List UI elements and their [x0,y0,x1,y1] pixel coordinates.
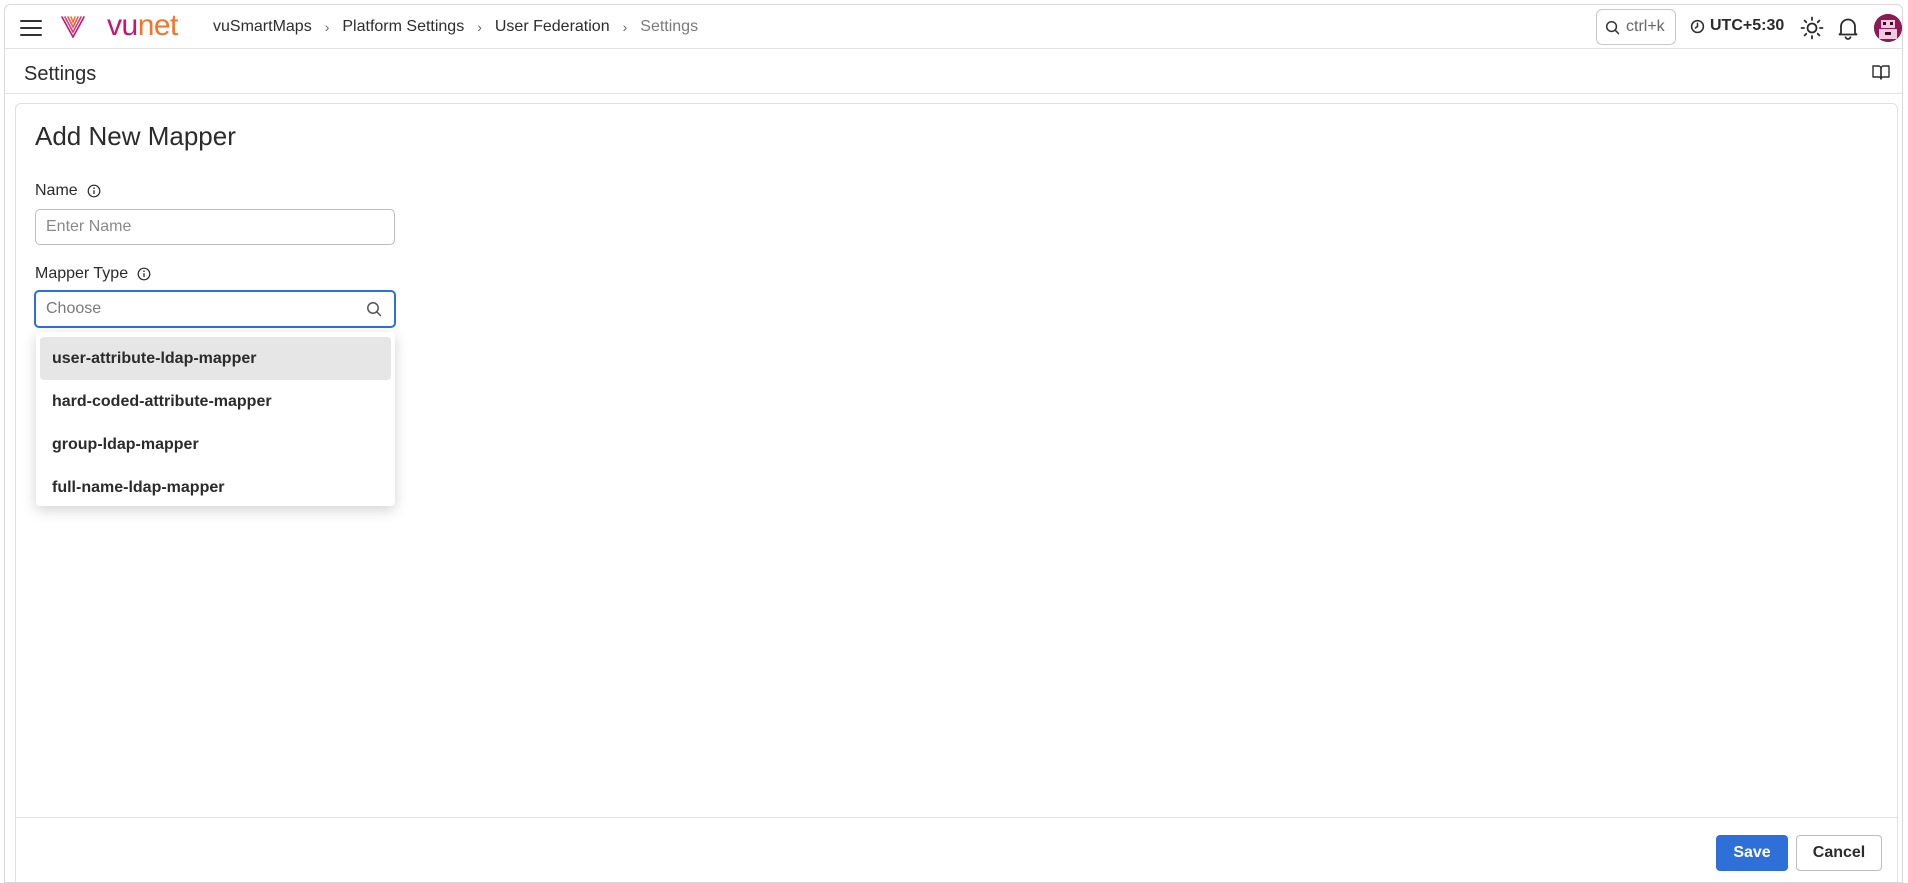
footer-divider [16,817,1897,818]
sun-icon[interactable] [1800,16,1824,40]
avatar-image-icon [1874,14,1902,42]
breadcrumb-item-current: Settings [640,18,699,35]
dropdown-option[interactable]: full-name-ldap-mapper [40,466,391,509]
save-button[interactable]: Save [1716,835,1788,871]
chevron-right-icon: › [622,19,628,35]
mapper-type-placeholder: Choose [46,300,102,317]
global-search-button[interactable]: ctrl+k [1596,9,1676,45]
page-title: Settings [24,63,97,85]
breadcrumb: vuSmartMaps › Platform Settings › User F… [213,18,698,36]
top-navbar: vunet vuSmartMaps › Platform Settings › … [5,5,1902,49]
mapper-type-select[interactable]: Choose [34,290,396,328]
vunet-logo-text[interactable]: vunet [107,9,178,43]
info-icon[interactable] [137,267,151,281]
add-mapper-card: Add New Mapper Name Mapper Type Choose [15,103,1898,882]
name-label-text: Name [35,182,78,199]
clock-icon [1690,19,1705,33]
cancel-button[interactable]: Cancel [1796,835,1882,871]
user-avatar[interactable] [1874,14,1902,42]
search-icon [367,302,382,317]
breadcrumb-item-user-federation[interactable]: User Federation [495,18,610,36]
timezone-label: UTC+5:30 [1710,17,1785,34]
name-input[interactable] [35,209,395,245]
hamburger-menu-icon[interactable] [18,17,44,37]
mapper-type-field-label: Mapper Type [35,265,151,283]
book-icon[interactable] [1872,64,1890,80]
app-window: vunet vuSmartMaps › Platform Settings › … [4,4,1903,883]
vunet-logo-mark-icon [61,16,85,39]
search-shortcut-label: ctrl+k [1626,18,1665,35]
search-icon [1605,20,1620,34]
name-field-label: Name [35,182,101,200]
mapper-type-label-text: Mapper Type [35,265,129,282]
timezone-selector[interactable]: UTC+5:30 [1690,17,1784,35]
chevron-right-icon: › [477,19,482,35]
bell-icon[interactable] [1837,16,1859,40]
dropdown-option[interactable]: hard-coded-attribute-mapper [40,380,391,423]
chevron-right-icon: › [324,19,330,35]
breadcrumb-item-platform-settings[interactable]: Platform Settings [342,18,464,36]
info-icon[interactable] [87,184,101,198]
dropdown-option[interactable]: group-ldap-mapper [40,423,391,466]
dropdown-option[interactable]: user-attribute-ldap-mapper [40,337,391,380]
page-header: Settings [5,50,1902,94]
mapper-type-dropdown: user-attribute-ldap-mapper hard-coded-at… [36,332,395,506]
breadcrumb-item-vusmartmaps[interactable]: vuSmartMaps [213,18,312,36]
form-title: Add New Mapper [35,121,236,151]
